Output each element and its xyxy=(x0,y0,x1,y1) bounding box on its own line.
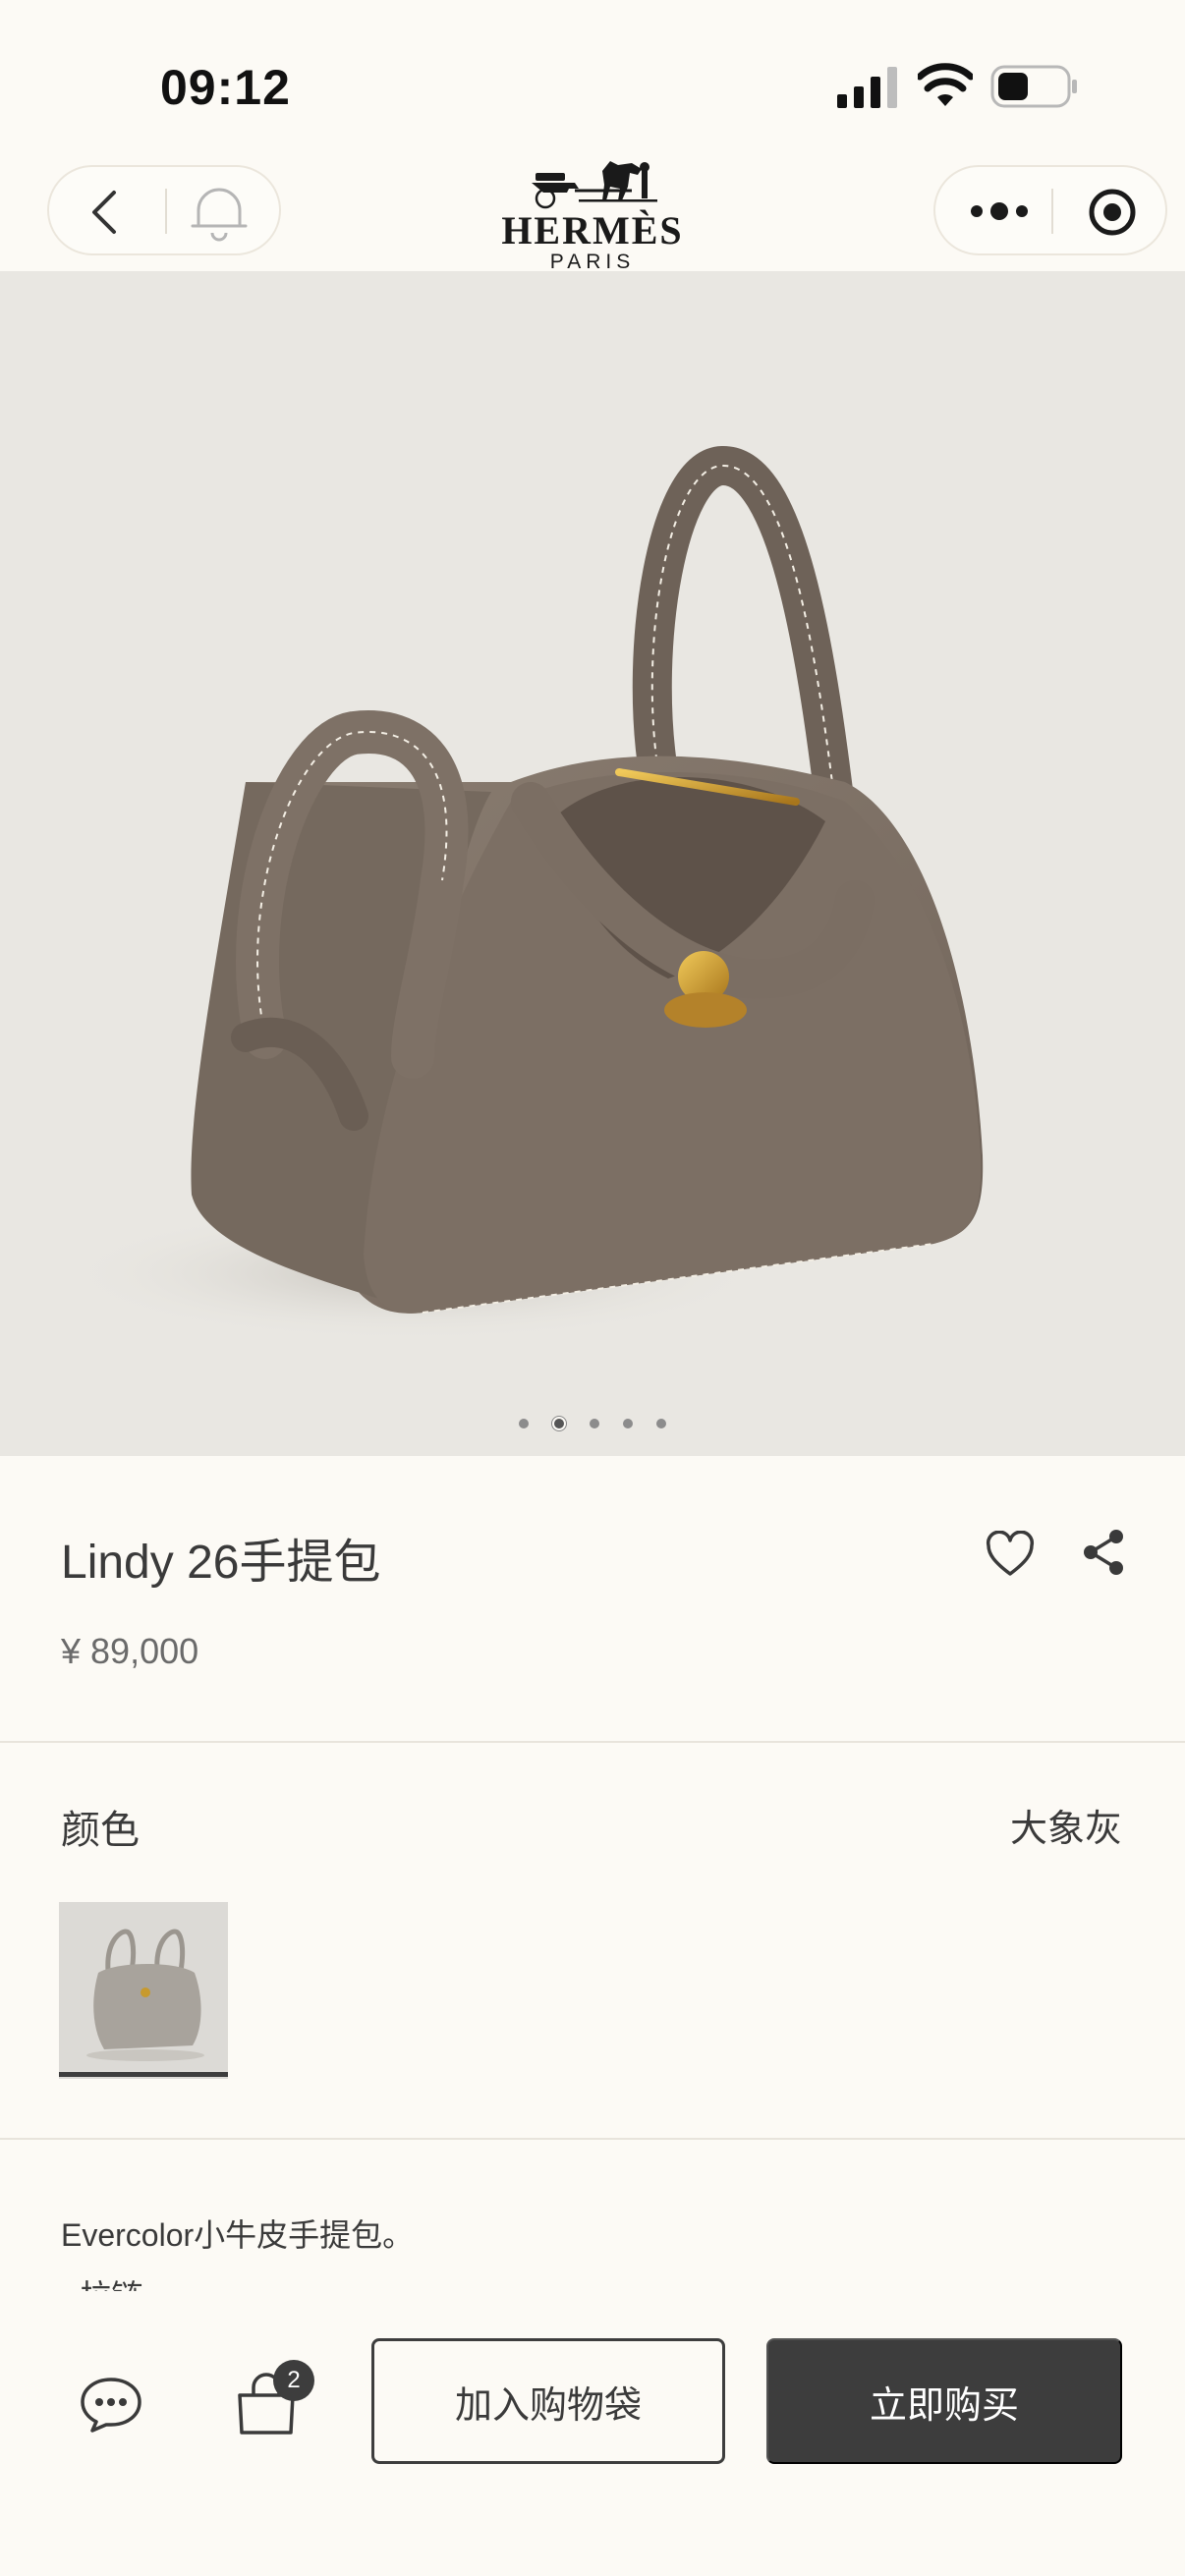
hermes-logo[interactable]: HERMÈS PARIS xyxy=(484,153,701,273)
product-image-carousel[interactable] xyxy=(0,271,1185,1456)
close-miniprogram-icon[interactable] xyxy=(1083,183,1142,242)
navigation-bar: HERMÈS PARIS xyxy=(0,147,1185,273)
carousel-dot[interactable] xyxy=(590,1418,599,1428)
capsule-divider xyxy=(1051,189,1053,234)
capsule-divider xyxy=(165,189,167,234)
buy-now-button[interactable]: 立即购买 xyxy=(766,2338,1122,2464)
carousel-dot[interactable] xyxy=(623,1418,633,1428)
cart-count-badge: 2 xyxy=(273,2360,314,2401)
product-description: Evercolor小牛皮手提包。 xyxy=(61,2217,415,2253)
carriage-logo-icon: HERMÈS PARIS xyxy=(501,161,683,273)
brand-name: HERMÈS xyxy=(501,208,683,252)
battery-icon xyxy=(990,65,1077,108)
carousel-indicator[interactable] xyxy=(0,1415,1185,1434)
carousel-dot[interactable] xyxy=(656,1418,666,1428)
product-price: ¥ 89,000 xyxy=(61,1631,199,1671)
color-swatch-elephant-grey[interactable] xyxy=(59,1902,228,2079)
swatch-bag-thumbnail xyxy=(59,1902,228,2079)
product-feature-partial: - 拉链 xyxy=(61,2271,143,2291)
status-time: 09:12 xyxy=(160,60,291,115)
product-bag-image xyxy=(59,446,984,1342)
swatch-selected-indicator xyxy=(59,2072,228,2077)
status-bar: 09:12 xyxy=(0,0,1185,147)
carousel-dot-active[interactable] xyxy=(552,1416,566,1430)
brand-city: PARIS xyxy=(550,251,635,271)
share-icon[interactable] xyxy=(1079,1527,1128,1578)
selected-color-name: 大象灰 xyxy=(1009,1809,1122,1850)
product-title: Lindy 26手提包 xyxy=(61,1537,381,1589)
notification-bell-icon[interactable] xyxy=(187,181,252,244)
carousel-dot[interactable] xyxy=(519,1418,529,1428)
cellular-signal-icon xyxy=(837,67,897,108)
customer-service-chat-icon[interactable] xyxy=(79,2374,143,2435)
favorite-heart-icon[interactable] xyxy=(985,1531,1036,1578)
add-to-bag-button[interactable]: 加入购物袋 xyxy=(371,2338,725,2464)
color-label: 颜色 xyxy=(61,1809,140,1852)
wifi-icon xyxy=(918,63,973,106)
more-options-icon[interactable] xyxy=(965,187,1034,236)
nav-left-capsule xyxy=(47,165,281,255)
back-arrow-icon[interactable] xyxy=(77,183,136,242)
section-divider xyxy=(0,1741,1185,1743)
section-divider xyxy=(0,2138,1185,2140)
nav-right-capsule xyxy=(933,165,1167,255)
bottom-action-bar: 2 加入购物袋 立即购买 xyxy=(0,2291,1185,2576)
